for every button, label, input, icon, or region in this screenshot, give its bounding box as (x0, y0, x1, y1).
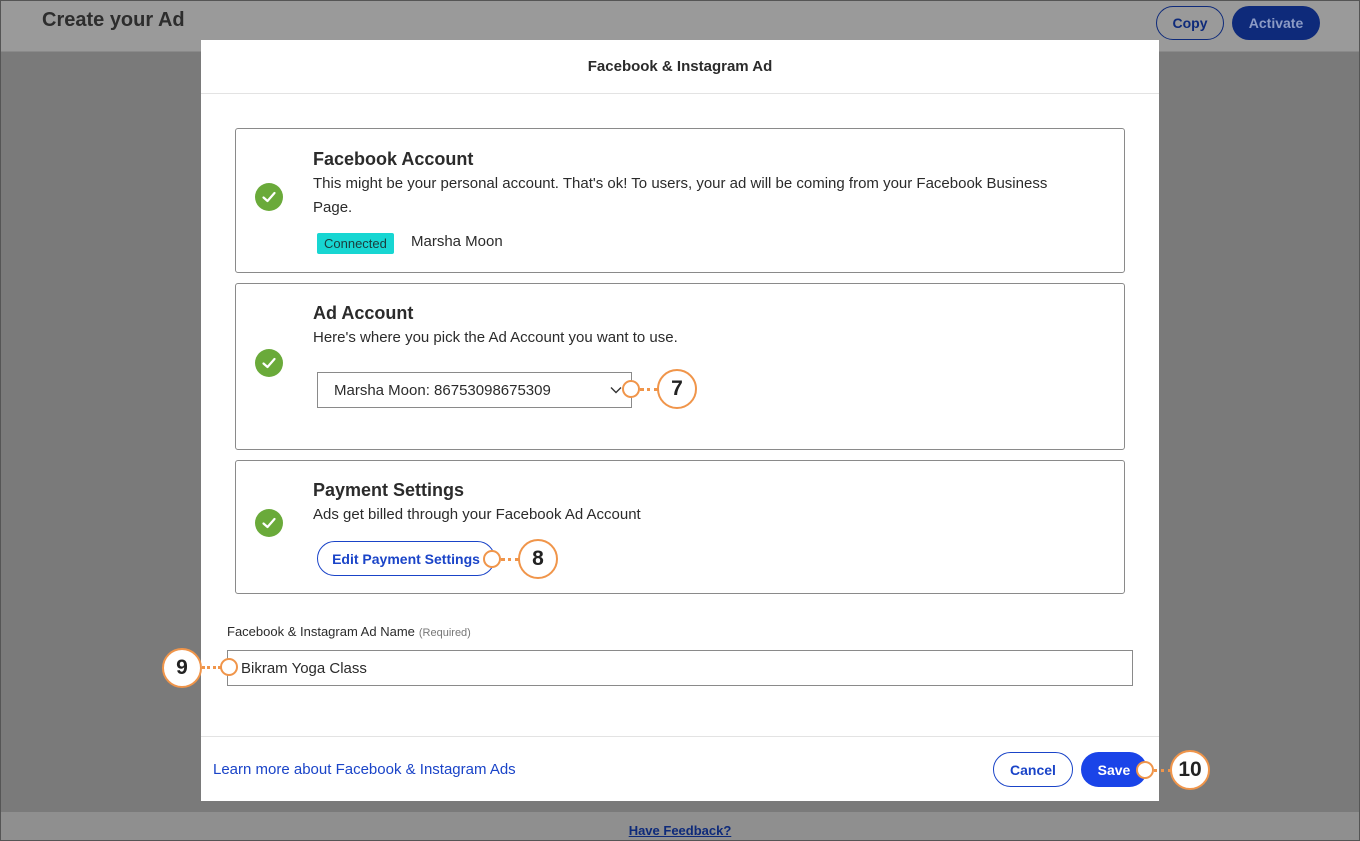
facebook-account-title: Facebook Account (313, 149, 474, 169)
facebook-account-card: Facebook Account This might be your pers… (235, 128, 1125, 273)
ad-account-card: Ad Account Here's where you pick the Ad … (235, 283, 1125, 450)
connected-badge: Connected (317, 233, 394, 254)
callout-7-badge: 7 (657, 369, 697, 409)
callout-9-marker (220, 658, 238, 676)
check-icon (255, 349, 283, 377)
callout-7-marker (622, 380, 640, 398)
account-name: Marsha Moon (411, 233, 503, 250)
feedback-link[interactable]: Have Feedback? (0, 823, 1360, 838)
ad-account-selected-value: Marsha Moon: 86753098675309 (334, 381, 551, 399)
payment-settings-description: Ads get billed through your Facebook Ad … (313, 506, 641, 523)
copy-button[interactable]: Copy (1156, 6, 1224, 40)
callout-8-marker (483, 550, 501, 568)
ad-modal: Facebook & Instagram Ad Facebook Account… (201, 40, 1159, 801)
payment-settings-card: Payment Settings Ads get billed through … (235, 460, 1125, 594)
ad-name-input[interactable]: Bikram Yoga Class (227, 650, 1133, 686)
modal-footer: Learn more about Facebook & Instagram Ad… (201, 736, 1159, 801)
ad-name-label-text: Facebook & Instagram Ad Name (227, 624, 415, 639)
check-icon (255, 509, 283, 537)
ad-account-title: Ad Account (313, 303, 414, 323)
callout-8-badge: 8 (518, 539, 558, 579)
required-indicator: (Required) (418, 627, 471, 639)
edit-payment-settings-button[interactable]: Edit Payment Settings (317, 541, 495, 576)
callout-7-line (640, 388, 658, 391)
callout-8-line (501, 558, 519, 561)
modal-title: Facebook & Instagram Ad (201, 40, 1159, 94)
payment-settings-title: Payment Settings (313, 480, 465, 500)
page-title: Create your Ad (42, 9, 185, 31)
cancel-button[interactable]: Cancel (993, 752, 1073, 787)
check-icon (255, 183, 283, 211)
facebook-account-description: This might be your personal account. Tha… (313, 175, 1048, 216)
ad-name-label: Facebook & Instagram Ad Name (Required) (227, 624, 471, 639)
ad-account-select[interactable]: Marsha Moon: 86753098675309 (317, 372, 632, 408)
ad-account-description: Here's where you pick the Ad Account you… (313, 329, 678, 346)
callout-10-marker (1136, 761, 1154, 779)
activate-button[interactable]: Activate (1232, 6, 1320, 40)
callout-9-line (202, 666, 221, 669)
callout-10-line (1154, 769, 1171, 772)
chevron-down-icon (610, 387, 622, 394)
learn-more-link[interactable]: Learn more about Facebook & Instagram Ad… (213, 761, 516, 778)
callout-9-badge: 9 (162, 648, 202, 688)
callout-10-badge: 10 (1170, 750, 1210, 790)
